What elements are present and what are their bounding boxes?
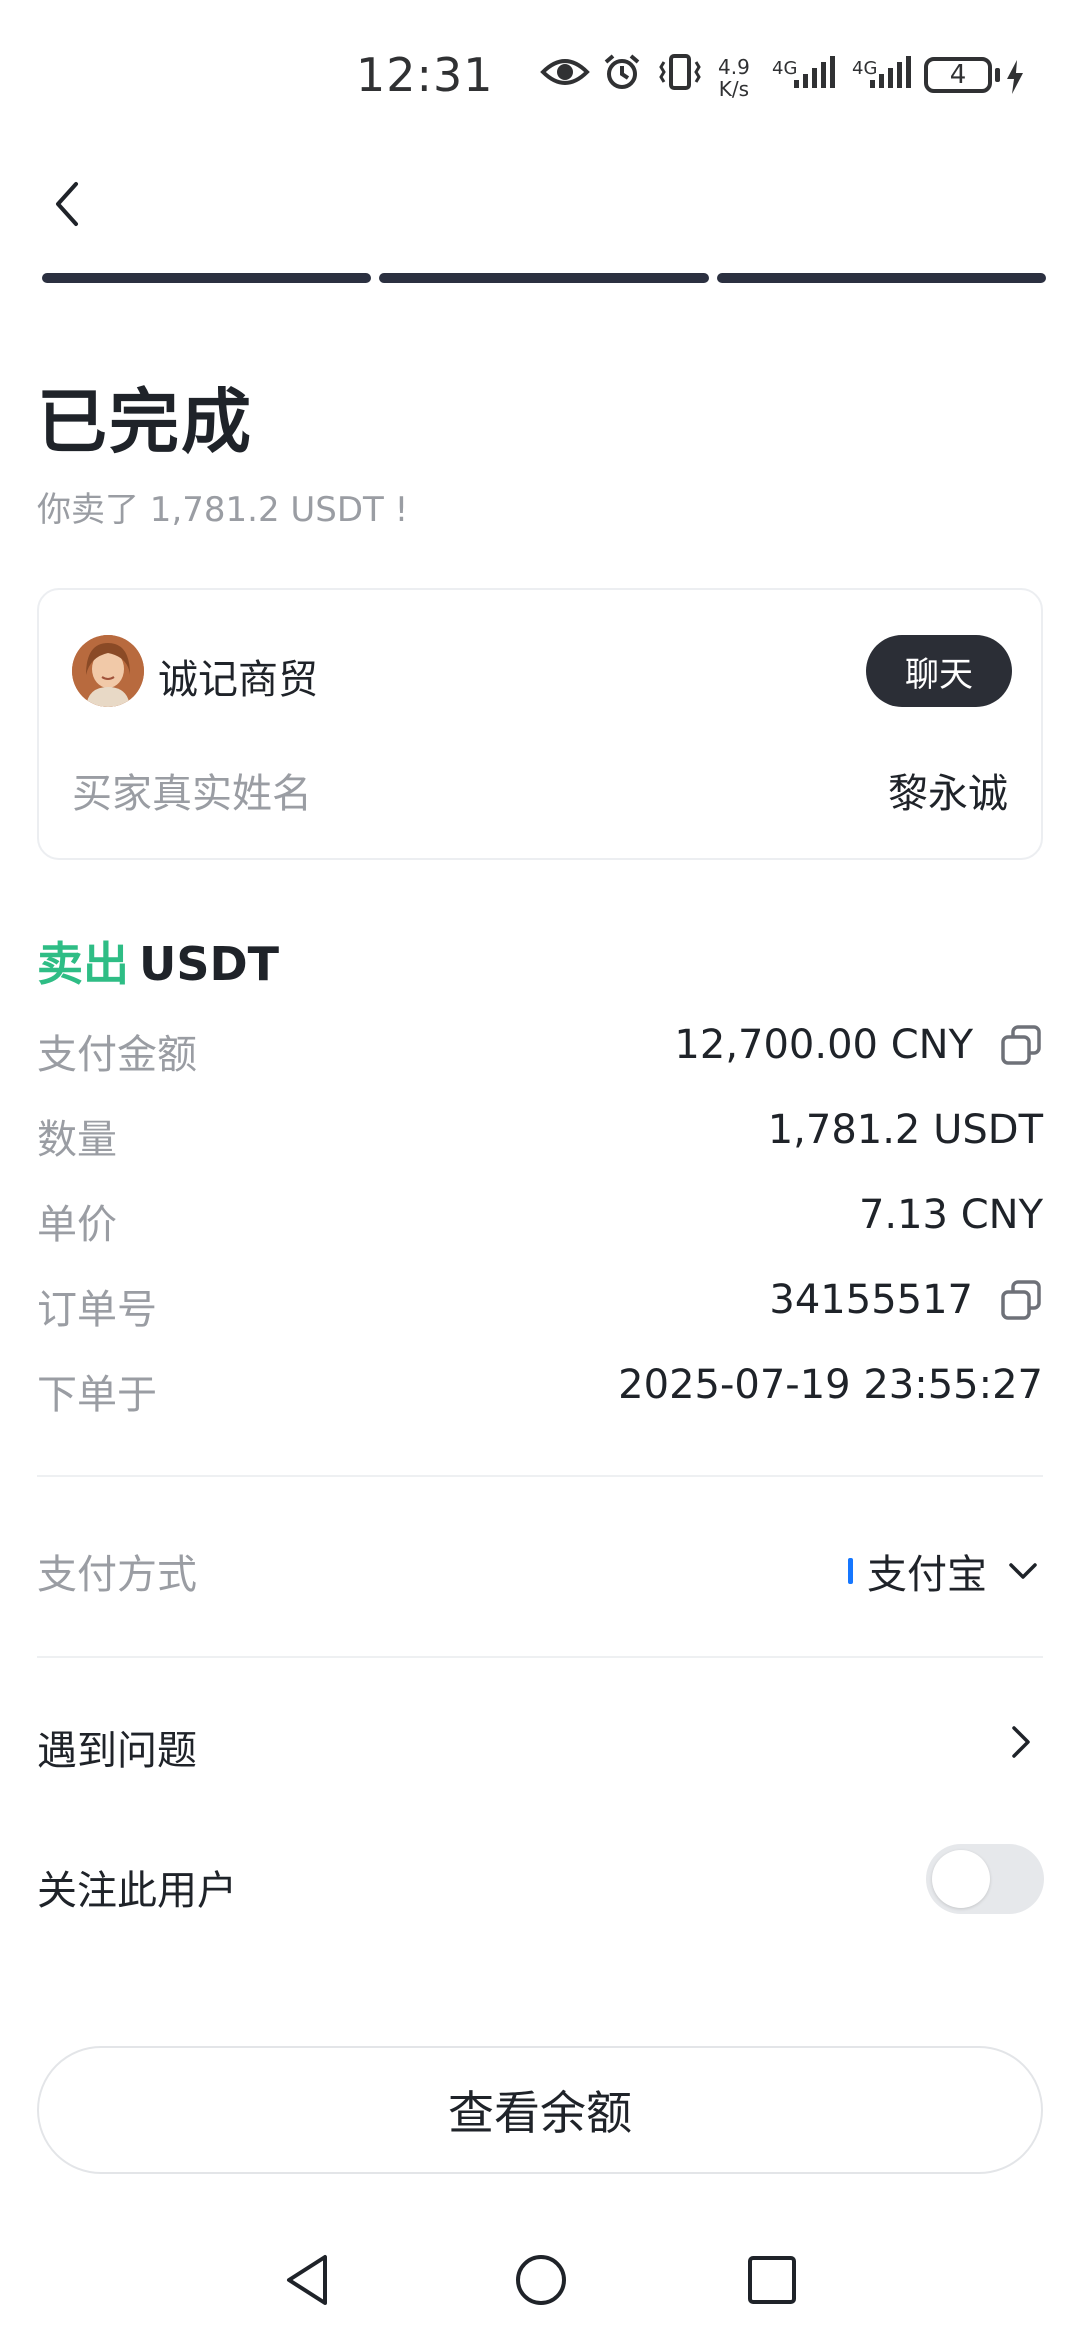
- network-speed: 4.9 K/s: [718, 56, 750, 100]
- status-time: 12:31: [356, 48, 494, 102]
- follow-user-label: 关注此用户: [37, 1868, 237, 1914]
- chat-button[interactable]: 聊天: [866, 635, 1012, 707]
- unit-price-label: 单价: [37, 1202, 117, 1248]
- nav-home-icon[interactable]: [506, 2245, 576, 2315]
- status-bar: 12:31 4.9 K/s 4G 4G 4: [0, 0, 1080, 150]
- progress-step-3: [716, 273, 1046, 283]
- payment-method-value: 支付宝: [867, 1552, 987, 1598]
- payment-amount-row-value: 12,700.00 CNY: [674, 1022, 1043, 1068]
- divider: [37, 1656, 1043, 1658]
- order-number-label: 订单号: [37, 1287, 157, 1333]
- alarm-icon: [604, 54, 640, 89]
- copy-icon[interactable]: [999, 1278, 1043, 1322]
- trade-asset: USDT: [139, 937, 280, 991]
- vibrate-icon: [659, 54, 701, 90]
- back-button[interactable]: [42, 176, 92, 232]
- nav-recents-icon[interactable]: [737, 2245, 807, 2315]
- quantity-label: 数量: [37, 1117, 117, 1163]
- progress-step-1: [42, 273, 372, 283]
- chevron-right-icon[interactable]: [1006, 1722, 1036, 1762]
- view-balance-button[interactable]: 查看余额: [37, 2046, 1043, 2174]
- progress-bar: [42, 273, 1046, 283]
- signal-strength-icon: [870, 56, 911, 88]
- payment-method-accent: [848, 1558, 853, 1584]
- nav-back-icon[interactable]: [275, 2245, 345, 2315]
- trade-heading: 卖出 USDT: [37, 928, 279, 994]
- order-time-value: 2025-07-19 23:55:27: [618, 1362, 1043, 1408]
- order-number-row-value: 34155517: [769, 1277, 1043, 1323]
- counterparty-card: [37, 588, 1043, 860]
- avatar-image: [72, 635, 144, 707]
- charging-icon: [1007, 60, 1023, 94]
- order-time-label: 下单于: [37, 1372, 157, 1418]
- eye-icon: [540, 59, 590, 85]
- battery-cap: [995, 68, 1000, 82]
- payment-method-label: 支付方式: [37, 1552, 197, 1598]
- unit-price-value: 7.13 CNY: [858, 1192, 1043, 1238]
- chevron-left-icon: [56, 182, 78, 226]
- copy-icon[interactable]: [999, 1023, 1043, 1067]
- battery-icon: 4: [924, 57, 992, 93]
- payment-amount-label: 支付金额: [37, 1032, 197, 1078]
- counterparty-name[interactable]: 诚记商贸: [158, 647, 318, 705]
- buyer-real-name-value: 黎永诚: [888, 771, 1008, 817]
- follow-user-toggle[interactable]: [926, 1844, 1044, 1914]
- toggle-knob: [932, 1850, 990, 1908]
- network-speed-unit: K/s: [718, 77, 750, 101]
- avatar[interactable]: [72, 635, 144, 707]
- signal-strength-icon: [794, 56, 835, 88]
- report-problem-row[interactable]: 遇到问题: [37, 1718, 197, 1776]
- network-speed-value: 4.9: [718, 55, 750, 79]
- payment-method-selector[interactable]: 支付宝: [848, 1542, 1043, 1600]
- battery-level: 4: [949, 60, 967, 90]
- payment-amount-value: 12,700.00 CNY: [674, 1022, 973, 1068]
- order-number-value: 34155517: [769, 1277, 973, 1323]
- order-status-subtitle: 你卖了 1,781.2 USDT !: [37, 490, 409, 530]
- progress-step-2: [379, 273, 709, 283]
- quantity-value: 1,781.2 USDT: [767, 1107, 1043, 1153]
- buyer-real-name-label: 买家真实姓名: [72, 771, 312, 817]
- divider: [37, 1475, 1043, 1477]
- trade-side: 卖出: [37, 937, 129, 991]
- chevron-down-icon: [1009, 1563, 1037, 1579]
- order-status-title: 已完成: [37, 381, 253, 463]
